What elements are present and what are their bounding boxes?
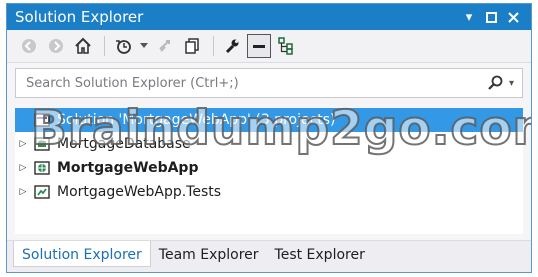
bottom-tab-strip: Solution Explorer Team Explorer Test Exp…	[7, 240, 531, 272]
sync-clock-icon	[116, 40, 131, 54]
tree-item-label: Solution 'MortgageWebApp' (3 projects)	[57, 112, 336, 128]
forward-icon	[49, 39, 63, 53]
sync-with-active-document-button[interactable]	[153, 34, 177, 58]
tree-item-label: MortgageDatabase	[57, 136, 191, 152]
collapse-all-button[interactable]	[247, 34, 271, 58]
tree-item-project[interactable]: ▷ MortgageWebApp.Tests	[15, 180, 523, 204]
pending-changes-filter-button[interactable]	[111, 34, 135, 58]
test-project-icon	[33, 184, 51, 200]
search-box[interactable]: ▾	[15, 68, 523, 98]
chevron-down-icon	[140, 43, 148, 48]
maximize-icon[interactable]	[481, 7, 501, 27]
toolbar	[7, 30, 531, 63]
copy-pages-icon	[185, 38, 199, 54]
toolbar-separator	[104, 36, 105, 56]
solution-icon	[33, 112, 51, 128]
solution-tree: Solution 'MortgageWebApp' (3 projects) ▷…	[15, 108, 523, 234]
tree-item-label: MortgageWebApp.Tests	[57, 184, 222, 200]
hierarchy-icon	[278, 37, 293, 55]
filter-dropdown-button[interactable]	[138, 34, 150, 58]
expand-arrow-icon[interactable]: ▷	[15, 163, 31, 173]
window-position-dropdown-icon[interactable]: ▾	[459, 7, 479, 27]
wrench-icon	[225, 39, 239, 54]
tree-item-solution[interactable]: Solution 'MortgageWebApp' (3 projects)	[15, 108, 523, 132]
home-button[interactable]	[71, 34, 95, 58]
panel-title: Solution Explorer	[15, 8, 144, 26]
solution-explorer-panel: Solution Explorer ▾ Search Solution Expl…	[6, 3, 532, 273]
show-all-files-button[interactable]	[180, 34, 204, 58]
close-icon[interactable]	[503, 7, 523, 27]
tree-item-project[interactable]: ▷ MortgageWebApp	[15, 156, 523, 180]
expand-arrow-icon[interactable]: ▷	[15, 187, 31, 197]
database-project-icon	[33, 136, 51, 152]
home-icon	[75, 37, 91, 54]
web-project-icon	[33, 160, 51, 176]
sync-arrows-icon	[159, 40, 170, 52]
tab-solution-explorer[interactable]: Solution Explorer	[13, 241, 151, 267]
properties-button[interactable]	[220, 34, 244, 58]
search-input[interactable]	[24, 74, 487, 92]
minus-icon	[253, 45, 265, 48]
search-icon[interactable]	[487, 75, 503, 91]
search-options-dropdown-icon[interactable]: ▾	[509, 78, 514, 89]
tree-item-label: MortgageWebApp	[57, 160, 199, 176]
title-bar: Solution Explorer ▾	[7, 4, 531, 30]
class-view-button[interactable]	[274, 34, 298, 58]
tree-item-project[interactable]: ▷ MortgageDatabase	[15, 132, 523, 156]
tab-team-explorer[interactable]: Team Explorer	[151, 241, 267, 267]
back-icon	[22, 39, 36, 53]
forward-button[interactable]	[44, 34, 68, 58]
toolbar-separator	[213, 36, 214, 56]
expand-arrow-icon[interactable]: ▷	[15, 139, 31, 149]
back-button[interactable]	[17, 34, 41, 58]
tab-test-explorer[interactable]: Test Explorer	[267, 241, 373, 267]
